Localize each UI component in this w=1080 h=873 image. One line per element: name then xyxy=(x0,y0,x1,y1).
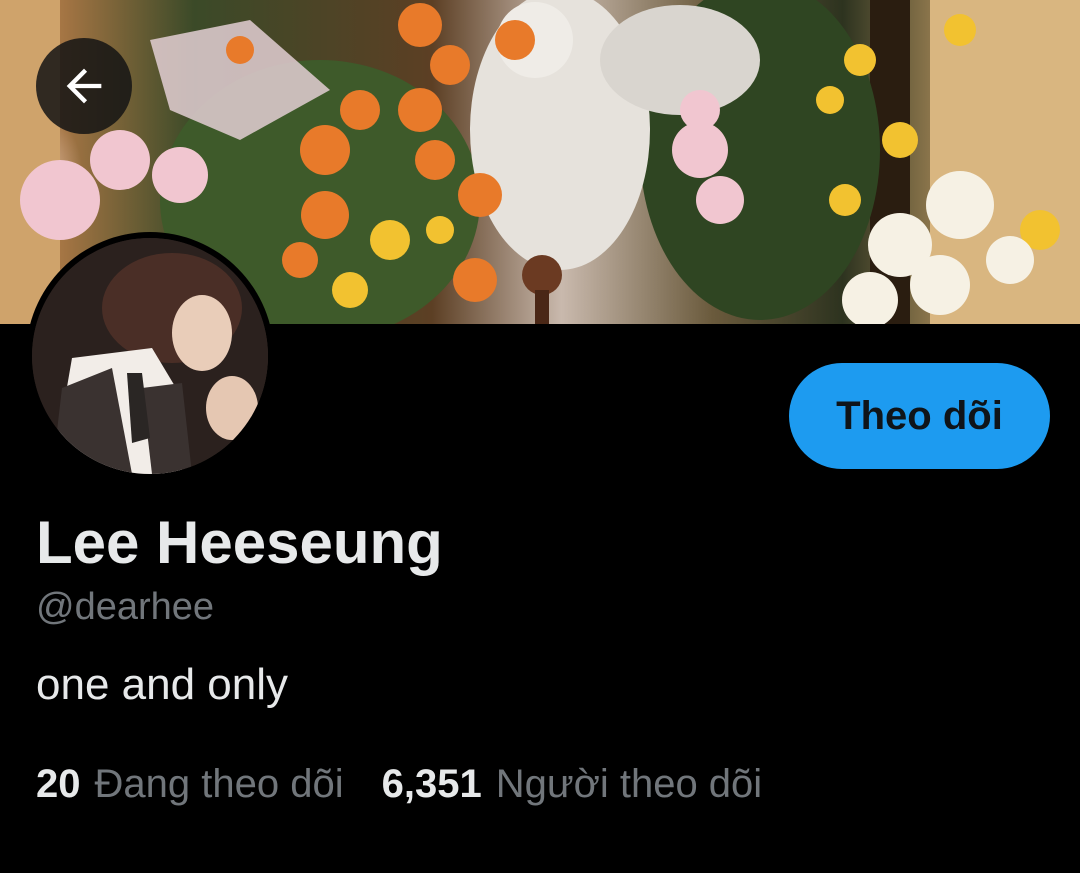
following-label: Đang theo dõi xyxy=(94,762,344,806)
back-button[interactable] xyxy=(36,38,132,134)
profile-stats: 20 Đang theo dõi 6,351 Người theo dõi xyxy=(36,762,762,807)
followers-label: Người theo dõi xyxy=(495,762,763,806)
display-name: Lee Heeseung xyxy=(36,509,443,576)
user-handle: @dearhee xyxy=(36,586,215,628)
following-count: 20 xyxy=(36,762,81,806)
followers-link[interactable]: 6,351 Người theo dõi xyxy=(382,762,763,807)
avatar[interactable] xyxy=(26,232,274,480)
follow-button[interactable]: Theo dõi xyxy=(789,363,1050,469)
bio: one and only xyxy=(36,660,288,709)
arrow-left-icon xyxy=(66,68,102,104)
followers-count: 6,351 xyxy=(381,762,482,806)
avatar-image xyxy=(32,238,268,474)
following-link[interactable]: 20 Đang theo dõi xyxy=(36,762,344,807)
